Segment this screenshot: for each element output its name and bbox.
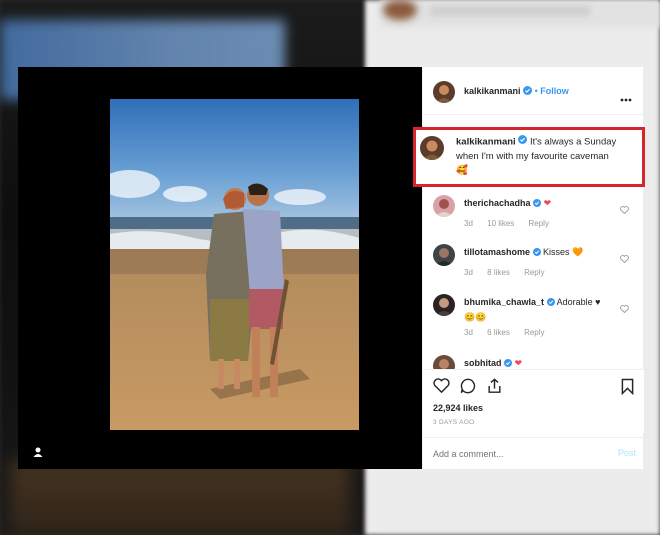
instagram-post: kalkikanmani • Follow kalkikanmani It's … [18,67,645,469]
bookmark-icon[interactable] [621,378,634,400]
reply-button[interactable]: Reply [524,328,544,337]
verified-badge-icon [546,296,555,310]
post-timestamp[interactable]: 3 DAYS AGO [433,419,475,426]
comment-age[interactable]: 3d [464,219,473,228]
avatar[interactable] [420,136,444,160]
comment-likes[interactable]: 8 likes [487,268,510,277]
avatar[interactable] [433,294,455,316]
comment-text: Adorable [556,297,593,307]
post-comment-button[interactable]: Post [618,448,636,458]
post-photo[interactable] [110,99,359,430]
follow-button[interactable]: Follow [540,86,569,96]
comment-emoji-line2: 😊😊 [464,311,487,322]
avatar[interactable] [433,195,455,217]
comment-username[interactable]: bhumika_chawla_t [464,297,544,307]
comment-age[interactable]: 3d [464,268,473,277]
like-comment-icon[interactable] [620,300,629,318]
follow-separator: • [534,86,538,96]
verified-badge-icon [504,357,513,369]
post-side-panel: kalkikanmani • Follow kalkikanmani It's … [413,67,645,469]
verified-badge-icon [532,246,541,260]
like-heart-icon[interactable] [433,378,450,398]
comment-emoji: ❤ [514,358,523,368]
verified-badge-icon [518,135,528,149]
add-comment-input[interactable] [433,446,593,462]
avatar[interactable] [433,81,455,103]
post-author-username[interactable]: kalkikanmani [464,86,521,96]
user-tag-icon[interactable] [32,445,44,457]
like-count[interactable]: 22,924 likes [433,403,483,413]
comment-likes[interactable]: 10 likes [487,219,514,228]
reply-button[interactable]: Reply [524,268,544,277]
caption-username[interactable]: kalkikanmani [456,137,516,148]
more-options-icon[interactable] [620,89,632,107]
comment-item: sobhitad ❤ [433,355,633,369]
comment-username[interactable]: tillotamashome [464,247,530,257]
caption-text-line2: when I'm with my favourite caveman [456,150,609,162]
like-comment-icon[interactable] [620,201,629,219]
comment-icon[interactable] [460,378,476,399]
caption-highlight: kalkikanmani It's always a Sunday when I… [413,127,645,187]
comment-emoji: ♥ [595,297,601,307]
comment-age[interactable]: 3d [464,328,473,337]
comment-username[interactable]: therichachadha [464,198,531,208]
comment-emoji: ❤ [543,198,552,208]
verified-badge-icon [523,86,533,97]
caption-emoji: 🥰 [456,164,468,176]
caption-text-line1: It's always a Sunday [529,136,617,148]
post-media [18,67,422,469]
share-icon[interactable] [487,378,502,399]
comment-username[interactable]: sobhitad [464,358,502,368]
comment-composer: Post [423,437,644,469]
post-actions: 22,924 likes 3 DAYS AGO [423,369,644,433]
comment-text: Kisses [543,247,570,257]
post-header: kalkikanmani • Follow [423,67,644,115]
comment-emoji: 🧡 [572,247,584,257]
like-comment-icon[interactable] [620,250,629,268]
verified-badge-icon [533,197,542,211]
avatar[interactable] [433,355,455,369]
avatar[interactable] [433,244,455,266]
reply-button[interactable]: Reply [529,219,549,228]
comment-likes[interactable]: 6 likes [487,328,510,337]
